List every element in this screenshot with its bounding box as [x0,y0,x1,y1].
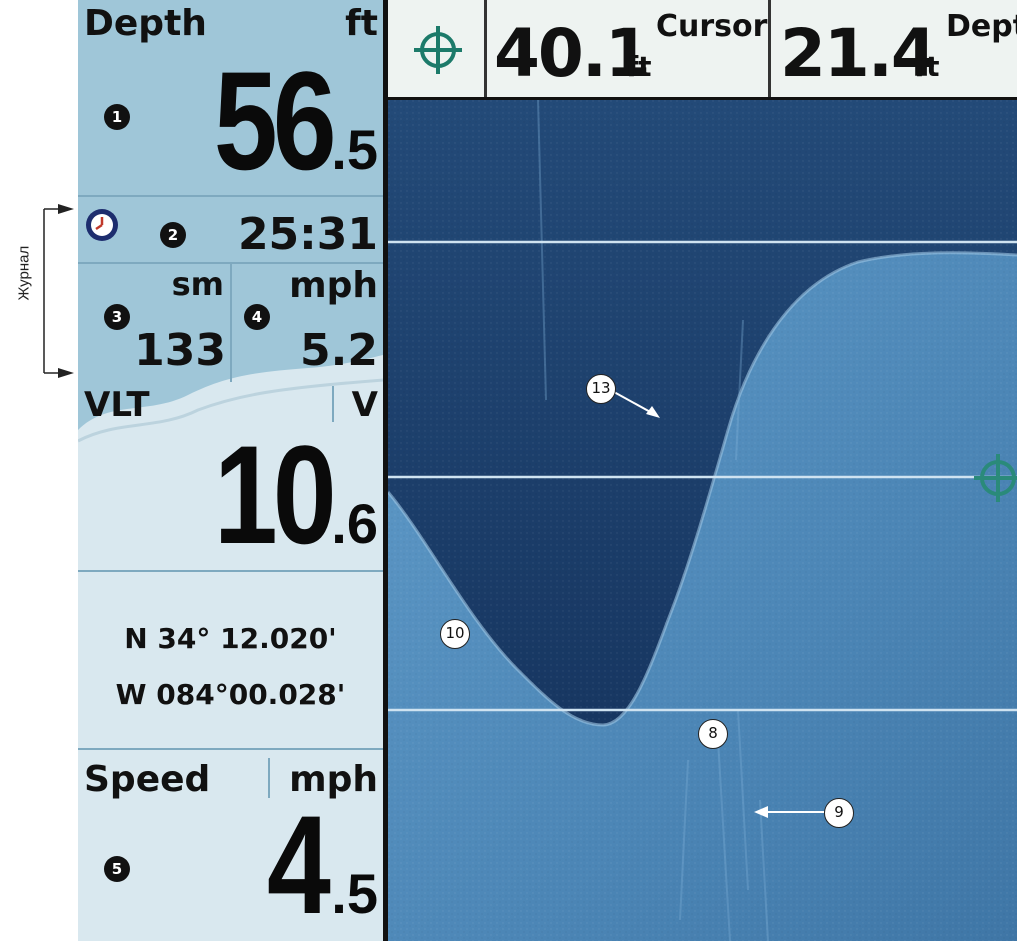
top-data-bar: 40.1 Cursor ft 21.4 Dept ft [388,0,1017,100]
separator [484,0,487,97]
latitude: N 34° 12.020' [124,622,337,655]
crosshair-icon [414,26,462,74]
log-label: Журнал [15,245,33,301]
callout-1: 1 [104,104,130,130]
separator [768,0,771,97]
voltage-value: 10.6 [138,420,378,614]
callout-8: 8 [698,719,728,749]
depth-unit: ft [345,3,378,44]
separator [78,748,383,750]
voltage-unit: V [351,385,378,425]
voltage-value-dec: .6 [331,492,378,555]
separator [78,195,383,197]
longitude: W 084°00.028' [115,678,346,711]
separator [230,262,232,382]
depth-value-dec: .5 [331,118,378,181]
log-bracket [43,204,74,378]
distance-value: 133 [134,325,226,376]
clock-icon [86,209,118,241]
speed-small-unit: mph [289,265,378,306]
sonar-view[interactable]: 13 10 8 9 [388,100,1017,941]
timer-value: 25:31 [237,209,378,260]
separator [78,570,383,572]
sonar-image [388,100,1017,941]
depth-value-int: 56 [213,42,336,199]
callout-4: 4 [244,304,270,330]
depth-readout-value: 21.4 [780,15,937,92]
data-panel: Depth ft 1 56.5 2 25:31 sm 3 133 mph 4 5… [78,0,383,941]
cursor-unit: ft [626,50,652,83]
speed-value-dec: .5 [331,862,378,925]
crosshair-icon[interactable] [972,452,1017,504]
speed-value: 4.5 [138,790,378,941]
distance-unit: sm [171,265,224,303]
callout-13: 13 [586,374,616,404]
voltage-label: VLT [84,385,150,425]
cursor-label: Cursor [656,9,768,44]
depth-label: Depth [84,3,207,44]
voltage-value-int: 10 [213,416,336,573]
depth-readout-unit: ft [914,50,940,83]
depth-readout-label: Dept [946,9,1017,44]
callout-5: 5 [104,856,130,882]
speed-value-int: 4 [267,786,332,941]
speed-small-value: 5.2 [300,325,378,376]
callout-9: 9 [824,798,854,828]
callout-2: 2 [160,222,186,248]
callout-10: 10 [440,619,470,649]
